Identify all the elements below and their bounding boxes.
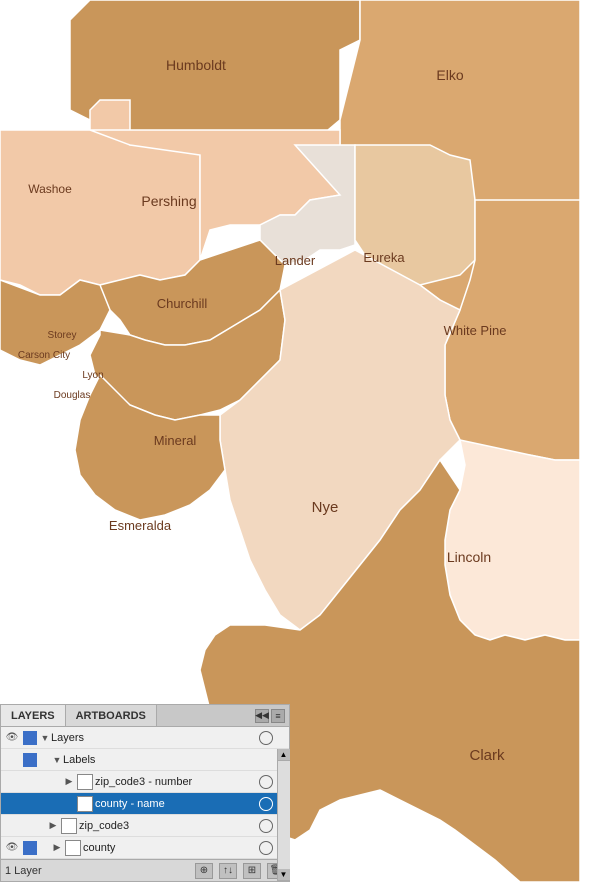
- layers-panel: LAYERS ARTBOARDS ◀◀ ≡ 👁 ▼ Layers: [0, 704, 290, 882]
- expand-arrow-zip[interactable]: ▶: [47, 820, 59, 832]
- white-pine-label: White Pine: [444, 323, 507, 338]
- churchill-label: Churchill: [157, 296, 208, 311]
- elko-label: Elko: [436, 67, 463, 83]
- layer-row-layers[interactable]: 👁 ▼ Layers: [1, 727, 289, 749]
- new-layer-button[interactable]: ⊕: [195, 863, 213, 879]
- layer-label-layers: Layers: [51, 732, 259, 744]
- map-container: Humboldt Washoe Pershing Elko Lander Eur…: [0, 0, 601, 882]
- move-to-layer-button[interactable]: ↑↓: [219, 863, 237, 879]
- layer-label-zip: zip_code3: [79, 820, 259, 832]
- collapse-button[interactable]: ◀◀: [255, 709, 269, 723]
- eye-icon-layers: 👁: [3, 729, 21, 747]
- eye-icon-county: 👁: [3, 839, 21, 857]
- washoe-label: Washoe: [28, 182, 72, 196]
- eye-icon-county-name: [3, 795, 21, 813]
- expand-arrow-layers[interactable]: ▼: [39, 732, 51, 744]
- circle-btn-zip[interactable]: [259, 819, 273, 833]
- lincoln-label: Lincoln: [447, 549, 491, 565]
- pershing-label: Pershing: [141, 193, 196, 209]
- layer-label-zip-number: zip_code3 - number: [95, 776, 259, 788]
- layers-footer: 1 Layer ⊕ ↑↓ ⊞ 🗑: [1, 859, 289, 881]
- clark-label: Clark: [469, 747, 505, 764]
- tab-layers[interactable]: LAYERS: [1, 705, 66, 726]
- storey-label: Storey: [48, 330, 77, 341]
- layer-count: 1 Layer: [5, 865, 42, 877]
- expand-arrow-zip-number[interactable]: ▶: [63, 776, 75, 788]
- layer-label-county: county: [83, 842, 259, 854]
- layer-row-zip[interactable]: ▶ zip_code3: [1, 815, 289, 837]
- layer-row-county[interactable]: 👁 ▶ county: [1, 837, 289, 859]
- eye-icon-labels: [3, 751, 21, 769]
- eye-icon-zip-number: [3, 773, 21, 791]
- eye-icon-zip: [3, 817, 21, 835]
- esmeralda-label: Esmeralda: [109, 518, 172, 533]
- scroll-up-arrow[interactable]: ▲: [278, 749, 290, 761]
- humboldt-label: Humboldt: [166, 57, 226, 73]
- layer-row-labels[interactable]: ▼ Labels: [1, 749, 289, 771]
- scroll-track: [278, 761, 290, 869]
- layers-body: 👁 ▼ Layers ▼ Labels: [1, 727, 289, 859]
- lander-label: Lander: [275, 253, 316, 268]
- layer-row-county-name[interactable]: county - name: [1, 793, 289, 815]
- layer-label-labels: Labels: [63, 754, 277, 766]
- thumb-county: [65, 840, 81, 856]
- layer-row-zip-number[interactable]: ▶ zip_code3 - number: [1, 771, 289, 793]
- circle-btn-county[interactable]: [259, 841, 273, 855]
- color-bar-layers: [23, 731, 37, 745]
- color-bar-county: [23, 841, 37, 855]
- expand-arrow-county[interactable]: ▶: [51, 842, 63, 854]
- mineral-label: Mineral: [154, 433, 197, 448]
- color-bar-labels: [23, 753, 37, 767]
- lincoln-county: [445, 440, 580, 640]
- nye-label: Nye: [312, 499, 339, 516]
- expand-arrow-labels[interactable]: ▼: [51, 754, 63, 766]
- menu-button[interactable]: ≡: [271, 709, 285, 723]
- circle-btn-county-name[interactable]: [259, 797, 273, 811]
- carson-label: Carson City: [18, 350, 70, 361]
- tab-artboards[interactable]: ARTBOARDS: [66, 705, 157, 726]
- eureka-label: Eureka: [363, 250, 405, 265]
- thumb-county-name: [77, 796, 93, 812]
- layer-label-county-name: county - name: [95, 798, 259, 810]
- thumb-zip: [61, 818, 77, 834]
- lyon-label: Lyon: [82, 370, 103, 381]
- scroll-down-arrow[interactable]: ▼: [278, 869, 290, 881]
- merge-layers-button[interactable]: ⊞: [243, 863, 261, 879]
- circle-btn-layers[interactable]: [259, 731, 273, 745]
- scroll-bar[interactable]: ▲ ▼: [277, 749, 289, 881]
- douglas-label: Douglas: [54, 390, 91, 401]
- thumb-zip-number: [77, 774, 93, 790]
- circle-btn-zip-number[interactable]: [259, 775, 273, 789]
- layers-header: LAYERS ARTBOARDS ◀◀ ≡: [1, 705, 289, 727]
- panel-controls: ◀◀ ≡: [255, 709, 289, 723]
